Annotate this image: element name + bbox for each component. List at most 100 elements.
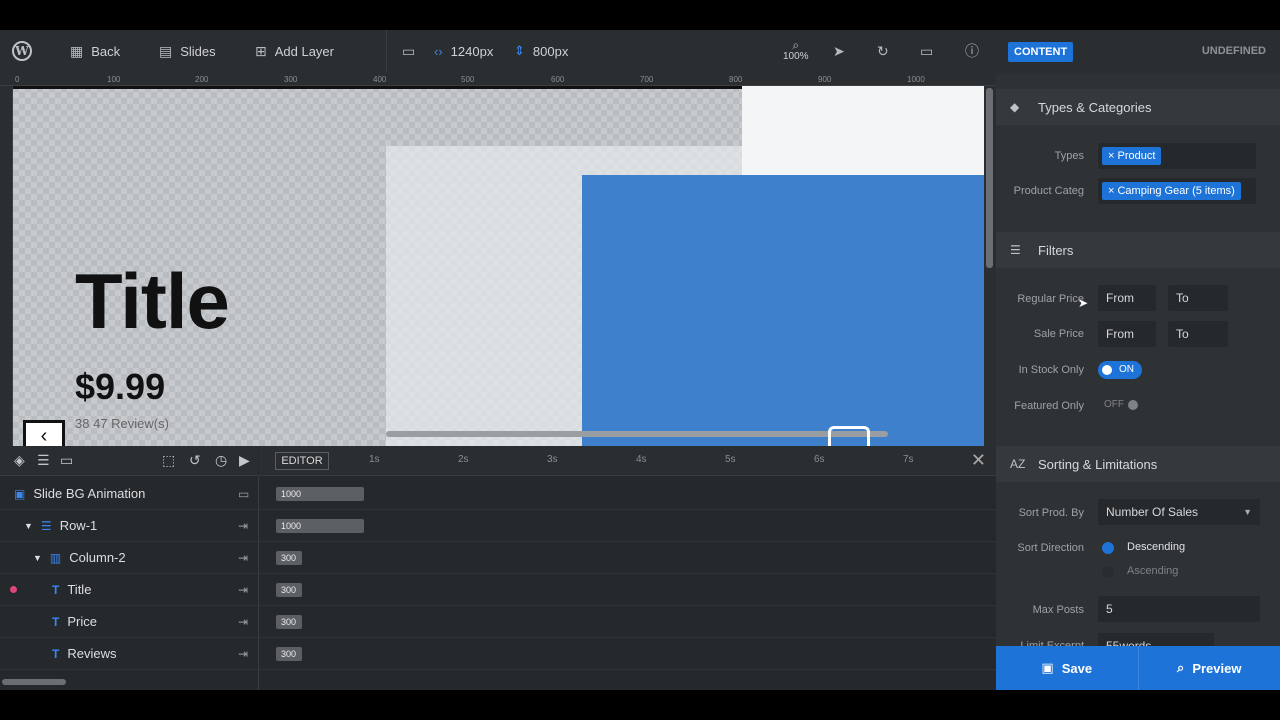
slide-canvas[interactable]: Title $9.99 38 47 Review(s) ‹ [13, 86, 996, 446]
select-tool[interactable]: ➤ [833, 30, 845, 72]
ruler-mark: 1000 [907, 75, 925, 84]
loop-icon[interactable]: ↺ [189, 452, 201, 469]
menu-icon[interactable]: ☰ [37, 452, 50, 469]
folder-icon[interactable]: ▭ [238, 487, 249, 501]
folder-icon[interactable]: ▭ [60, 452, 73, 469]
duration-bar[interactable]: 1000 [276, 486, 364, 501]
sort-by-select[interactable]: Number Of Sales ▼ [1098, 499, 1260, 525]
blue-shape-layer[interactable] [582, 175, 996, 446]
types-label: Types [1054, 150, 1084, 162]
category-label: Product Categ [1013, 185, 1084, 197]
enter-icon[interactable]: ⇥ [238, 519, 248, 533]
camping-gear-tag[interactable]: × Camping Gear (5 items) [1102, 182, 1241, 200]
regular-price-from[interactable]: From [1098, 285, 1156, 311]
prev-arrow-icon[interactable]: ‹ [23, 420, 65, 446]
sorting-section[interactable]: AZ Sorting & Limitations [996, 446, 1280, 482]
timeline-scrollbar[interactable] [2, 679, 66, 685]
timeline-row[interactable]: T Price ⇥ 300 [0, 606, 996, 638]
back-button[interactable]: ▦ Back [70, 30, 120, 72]
types-categories-section[interactable]: ◆ Types & Categories [996, 89, 1280, 125]
time-tick: 3s [547, 454, 558, 465]
price-layer[interactable]: $9.99 [75, 366, 165, 408]
product-tag[interactable]: × Product [1102, 147, 1162, 165]
close-icon[interactable]: ✕ [971, 450, 986, 471]
duration-bar[interactable]: 300 [276, 646, 302, 661]
save-button[interactable]: ▣ Save [996, 646, 1139, 690]
enter-icon[interactable]: ⇥ [238, 551, 248, 565]
row-label: Reviews [67, 646, 117, 661]
ruler-mark: 600 [551, 75, 565, 84]
ruler-mark: 900 [818, 75, 832, 84]
cursor-icon: ➤ [833, 42, 845, 59]
canvas-top-edge [13, 86, 839, 89]
timeline-row[interactable]: T Title ⇥ 300 [0, 574, 996, 606]
sale-price-from[interactable]: From [1098, 321, 1156, 347]
timeline-panel: ◈ ☰ ▭ ⬚ ↺ ◷ ▶ EDITOR 1s 2s 3s 4s 5s 6s 7… [0, 446, 996, 690]
canvas-vertical-scrollbar[interactable] [984, 86, 996, 446]
caret-down-icon[interactable]: ▼ [33, 553, 42, 563]
white-shape-layer[interactable] [742, 86, 996, 176]
duration-bar[interactable]: 300 [276, 614, 302, 629]
enter-icon[interactable]: ⇥ [238, 647, 248, 661]
add-layer-label: Add Layer [274, 43, 334, 59]
timeline-row[interactable]: T Reviews ⇥ 300 [0, 638, 996, 670]
canvas-width[interactable]: ‹› 1240px [434, 30, 493, 72]
caret-down-icon[interactable]: ▼ [24, 521, 33, 531]
responsive-button[interactable]: ▭ [920, 30, 933, 72]
in-stock-toggle[interactable]: ON [1098, 361, 1142, 379]
duration-bar[interactable]: 1000 [276, 518, 364, 533]
featured-toggle[interactable]: OFF [1098, 396, 1142, 414]
timeline-header: EDITOR 1s 2s 3s 4s 5s 6s 7s ✕ [259, 446, 996, 476]
next-arrow-icon[interactable] [828, 426, 870, 446]
enter-icon[interactable]: ⇥ [238, 615, 248, 629]
timeline-row[interactable]: ▣ Slide BG Animation ▭ 1000 [0, 478, 996, 510]
device-toggle[interactable]: ▭ [402, 30, 415, 72]
time-tick: 4s [636, 454, 647, 465]
undefined-tab[interactable]: UNDEFINED [1202, 45, 1266, 57]
content-tab[interactable]: CONTENT [1008, 42, 1074, 62]
selection-icon[interactable]: ⬚ [162, 452, 175, 469]
wordpress-logo[interactable]: W [12, 30, 32, 72]
undo-button[interactable]: ↻ [877, 30, 889, 72]
sale-price-to[interactable]: To [1168, 321, 1228, 347]
play-icon[interactable]: ▶ [239, 452, 250, 469]
max-posts-label: Max Posts [1032, 604, 1084, 616]
filters-section[interactable]: ☰ Filters [996, 232, 1280, 268]
slides-button[interactable]: ▤ Slides [159, 30, 216, 72]
timeline-row[interactable]: ▼ ☰ Row-1 ⇥ 1000 [0, 510, 996, 542]
canvas-height[interactable]: ⇕ 800px [514, 30, 568, 72]
ruler-mark: 100 [107, 75, 121, 84]
duration-bar[interactable]: 300 [276, 582, 302, 597]
section-title: Filters [1038, 242, 1074, 258]
undo-icon: ↻ [877, 42, 889, 59]
timeline-row[interactable]: ▼ ▥ Column-2 ⇥ 300 [0, 542, 996, 574]
time-tick: 1s [369, 454, 380, 465]
title-layer[interactable]: Title [75, 256, 230, 347]
column-icon: ▥ [49, 550, 62, 565]
row-label: Title [67, 582, 92, 597]
add-layer-button[interactable]: ⊞ Add Layer [255, 30, 334, 72]
help-button[interactable]: ⓘ [965, 30, 979, 72]
ascending-radio[interactable] [1102, 566, 1114, 578]
scroll-thumb[interactable] [986, 88, 993, 268]
settings-sidebar: CONTENT UNDEFINED ◆ Types & Categories T… [996, 30, 1280, 690]
reviews-layer[interactable]: 38 47 Review(s) [75, 416, 169, 431]
time-tick: 6s [814, 454, 825, 465]
descending-radio[interactable] [1102, 542, 1114, 554]
toolbar-divider [386, 30, 387, 72]
canvas-horizontal-scrollbar[interactable] [386, 431, 888, 437]
regular-price-to[interactable]: To [1168, 285, 1228, 311]
horizontal-ruler: 0 100 200 300 400 500 600 700 800 900 10… [0, 72, 996, 86]
timer-icon[interactable]: ◷ [215, 452, 227, 469]
max-posts-input[interactable]: 5 [1098, 596, 1260, 622]
time-tick: 7s [903, 454, 914, 465]
enter-icon[interactable]: ⇥ [238, 583, 248, 597]
layers-icon[interactable]: ◈ [14, 452, 25, 469]
editor-button[interactable]: EDITOR [275, 452, 329, 470]
zoom-control[interactable]: ⌕ 100% [783, 30, 809, 72]
row-label: Price [67, 614, 97, 629]
duration-bar[interactable]: 300 [276, 550, 302, 565]
save-bar: ▣ Save ⌕ Preview [996, 646, 1280, 690]
preview-button[interactable]: ⌕ Preview [1139, 646, 1280, 690]
filter-icon: ☰ [1010, 243, 1021, 257]
